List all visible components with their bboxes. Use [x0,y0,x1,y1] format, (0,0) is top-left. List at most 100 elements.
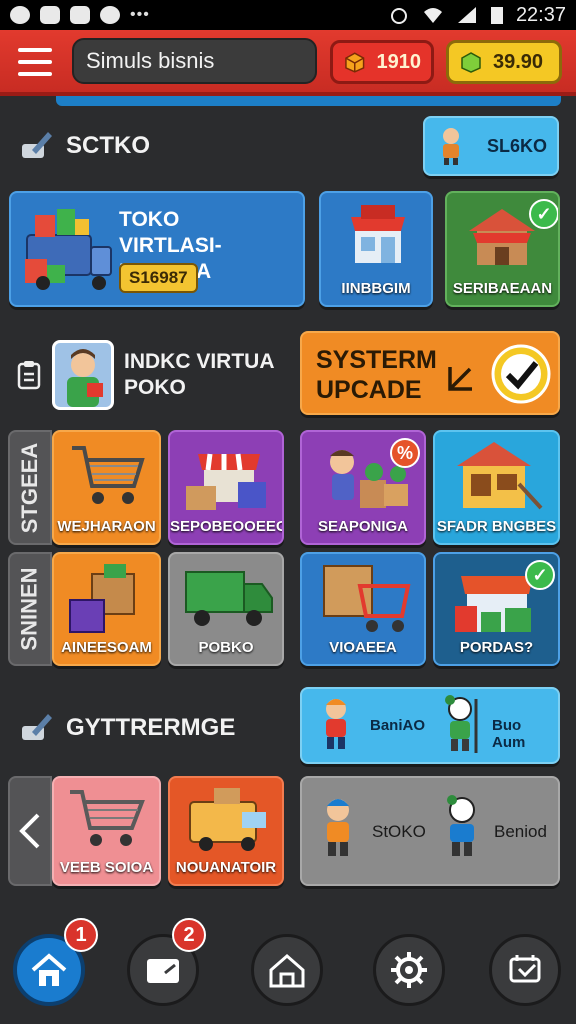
section1-header: SCTKO [18,128,150,164]
grid-tile-7-label: VIOAEEA [329,639,397,656]
image-icon [70,6,90,24]
store-tile-2-label: SERIBAEAAN [452,280,553,297]
section3-header: GYTTRERMGE [18,710,235,746]
status-right-icons: 22:37 [388,4,566,27]
pencil-icon [22,132,52,158]
grid-tile-8[interactable]: ✓ PORDAS? [433,552,560,666]
pencil-icon [22,714,52,740]
character-icon [327,799,349,856]
character-top-label-left: BaniAO [370,717,426,734]
gear-icon [391,952,427,988]
upgrade-label-line1: SYSTERM [316,346,437,374]
system-upgrade-button[interactable]: SYSTERM UPCADE [300,331,560,415]
nav-store-button[interactable] [251,934,323,1006]
section1-side-button[interactable]: SL6KO [423,116,559,176]
alarm-icon [390,8,407,24]
featured-title-line1: TOKO [119,208,180,231]
hamburger-menu-icon[interactable] [18,48,52,76]
report-icon [509,955,541,983]
bottom-tile-2-label: NOUANATOIR [175,859,277,876]
red-counter-value: 1910 [376,50,422,73]
signal-icon [457,7,476,23]
character-card-top[interactable]: BaniAO Buo Aum [300,687,560,764]
box-cart-icon [323,565,411,632]
truck-icon [185,571,273,626]
delivery-van-icon [189,788,266,851]
featured-price-badge: S16987 [119,263,198,293]
arrow-icon [448,367,472,391]
yellow-currency-counter[interactable]: 39.90 [446,40,562,84]
grid-tile-5-label: AINEESOAM [61,639,152,656]
panda-character-icon [447,795,475,856]
header-ribbon [56,96,561,106]
cash-icon [461,52,481,73]
boxes-icon [69,564,135,633]
market-stall-icon [186,453,266,510]
grid-tile-6-label: POBKO [198,639,254,656]
wifi-icon [423,8,442,23]
upgrade-label-line2: UPCADE [316,376,422,404]
notification-badge-1: 1 [64,918,98,952]
store-tile-1-label: IINBBGIM [341,280,411,297]
store-icon [269,954,305,988]
character-bottom-label-left: StOKO [372,822,426,841]
wallet-icon [147,959,179,983]
character-icon [326,699,346,749]
shop-icon [351,205,405,263]
grid-tile-2[interactable]: SEPOBEOOEEOM [168,430,284,545]
panda-character-icon [445,695,478,753]
section1-title: SCTKO [66,132,150,159]
notification-icon [10,6,30,24]
featured-store-card[interactable]: TOKO VIRTLASI-IINAASIA S16987 [9,191,305,307]
side-tab-1-label: STGEEA [17,442,42,533]
side-button-label: SL6KO [486,135,547,156]
section2-header: INDKC VIRTUA POKO [16,340,275,410]
character-icon [442,128,459,165]
store-tile-2[interactable]: ✓ SERIBAEAAN [445,191,560,307]
side-tab-2[interactable]: SNINEN [8,552,52,666]
chevron-left-icon [19,813,40,849]
battery-icon [490,7,503,24]
grid-tile-7[interactable]: VIOAEEA [300,552,426,666]
top-bar: Simuls bisnis 1910 39.90 [0,30,576,96]
grid-tile-1[interactable]: WEJHARAON [52,430,161,545]
nav-reports-button[interactable] [489,934,561,1006]
bottom-navigation: 1 2 [0,918,576,1024]
avatar [52,340,114,410]
store-tile-1[interactable]: IINBBGIM [319,191,433,307]
bottom-tile-2[interactable]: NOUANATOIR [168,776,284,886]
more-notifications-icon: ••• [130,6,150,23]
grid-tile-1-label: WEJHARAON [57,518,156,535]
character-card-bottom[interactable]: StOKO Beniod [300,776,560,886]
search-input[interactable]: Simuls bisnis [72,38,317,84]
side-tab-1[interactable]: STGEEA [8,430,52,545]
grid-tile-3[interactable]: % SEAPONIGA [300,430,426,545]
character-bottom-label-right: Beniod [494,822,547,841]
checkmark-icon: ✓ [525,560,555,590]
previous-arrow-button[interactable] [8,776,52,886]
avatar-character-icon [55,343,111,407]
section2-title-line2: POKO [124,376,186,399]
notification-badge-2: 2 [172,918,206,952]
character-top-label-right: Buo Aum [492,717,526,751]
checkmark-circle-icon [491,344,551,404]
clipboard-icon [17,361,41,390]
grid-tile-2-label: SEPOBEOOEEOM [170,518,282,535]
tag-icon: % [390,438,420,468]
shopping-cart-icon [72,446,145,504]
grid-tile-8-label: PORDAS? [459,639,534,656]
bottom-tile-1[interactable]: VEEB SOIOA [52,776,161,886]
grid-tile-6[interactable]: POBKO [168,552,284,666]
email-icon [40,6,60,24]
section2-title-line1: INDKC VIRTUA [124,350,275,373]
grid-tile-4-label: SFADR BNGBES [436,518,557,535]
search-placeholder: Simuls bisnis [86,48,215,73]
grid-tile-4[interactable]: SFADR BNGBES [433,430,560,545]
box-icon [345,52,365,73]
red-currency-counter[interactable]: 1910 [330,40,434,84]
house-shop-icon [469,209,535,265]
side-tab-2-label: SNINEN [17,567,42,651]
checkmark-icon: ✓ [529,199,558,229]
grid-tile-5[interactable]: AINEESOAM [52,552,161,666]
nav-settings-button[interactable] [373,934,445,1006]
